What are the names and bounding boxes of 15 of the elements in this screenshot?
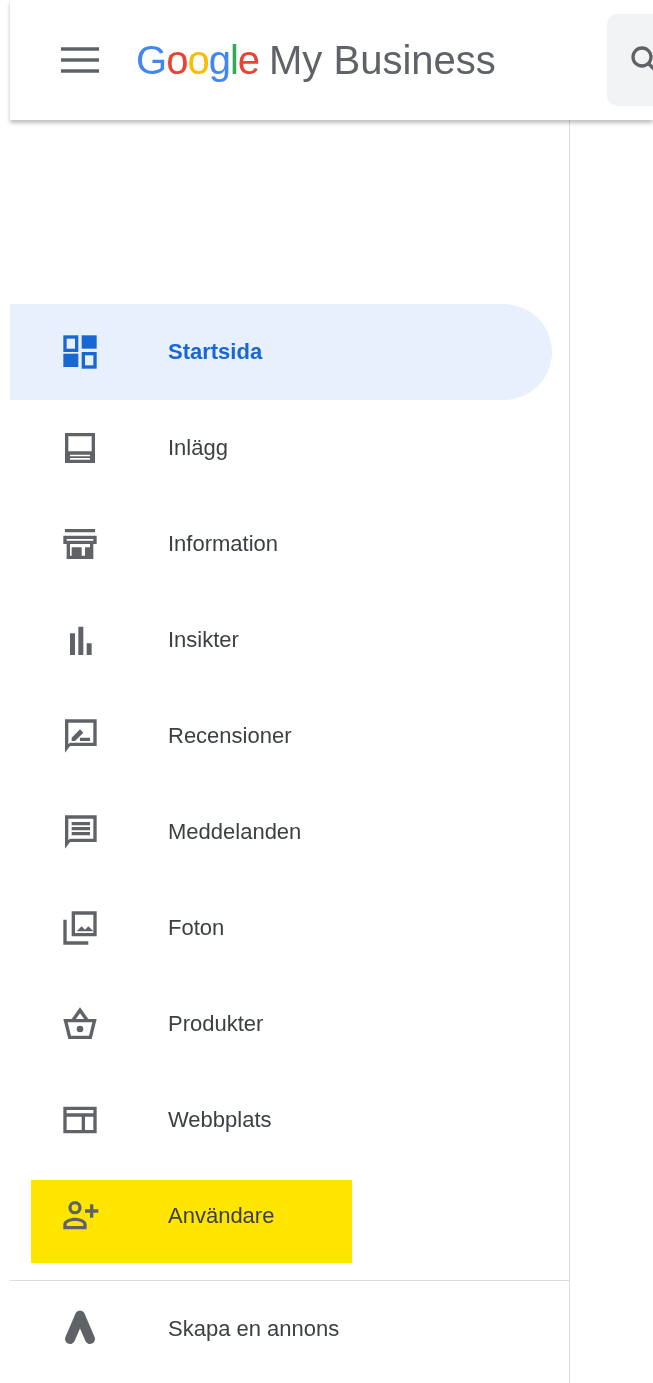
nav-item[interactable]: Användare bbox=[10, 1168, 552, 1264]
nav-item[interactable]: Recensioner bbox=[10, 688, 552, 784]
logo-brand: Google bbox=[136, 37, 259, 83]
dashboard-icon bbox=[60, 332, 100, 372]
logo-product: My Business bbox=[269, 37, 496, 83]
nav-item[interactable]: Meddelanden bbox=[10, 784, 552, 880]
nav-item[interactable]: Produkter bbox=[10, 976, 552, 1072]
nav-item[interactable]: Insikter bbox=[10, 592, 552, 688]
nav-item[interactable]: Foton bbox=[10, 880, 552, 976]
nav-item[interactable]: Information bbox=[10, 496, 552, 592]
nav-item[interactable]: Skapa en annons bbox=[10, 1281, 552, 1377]
nav-item[interactable]: Inlägg bbox=[10, 400, 552, 496]
photos-icon bbox=[60, 908, 100, 948]
nav-item[interactable]: Startsida bbox=[10, 304, 552, 400]
nav-item[interactable]: Webbplats bbox=[10, 1072, 552, 1168]
